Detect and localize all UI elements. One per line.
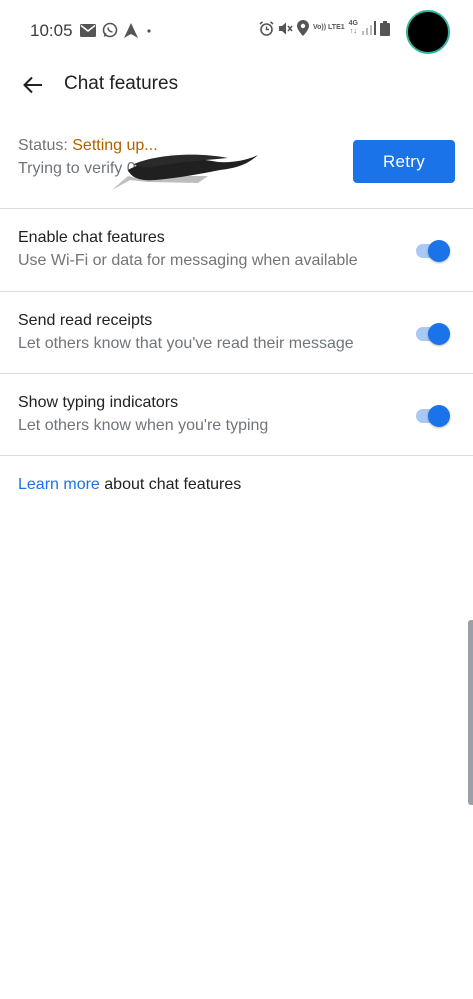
status-label: Status: xyxy=(18,137,73,154)
status-time: 10:05 xyxy=(30,21,73,40)
setting-subtitle: Let others know that you've read their m… xyxy=(18,335,354,352)
signal-icon xyxy=(361,21,376,35)
mute-icon xyxy=(279,22,293,34)
status-bar: 10:05 Vo)) LTE1 4G ↑↓ xyxy=(0,0,473,62)
learn-more-link[interactable]: Learn more xyxy=(18,476,100,493)
toggle-thumb xyxy=(428,240,450,262)
back-button[interactable] xyxy=(16,68,50,102)
volte-label: Vo)) LTE1 xyxy=(313,24,345,31)
4g-icon: 4G ↑↓ xyxy=(348,20,358,35)
page-title: Chat features xyxy=(64,73,179,94)
retry-button[interactable]: Retry xyxy=(353,140,455,183)
setting-row-enable-chat[interactable]: Enable chat features Use Wi-Fi or data f… xyxy=(0,209,473,291)
mail-icon xyxy=(80,23,96,37)
learn-more-text: Learn more about chat features xyxy=(18,476,241,494)
toggle-thumb xyxy=(428,323,450,345)
system-icons: Vo)) LTE1 4G ↑↓ xyxy=(259,20,390,36)
learn-more-rest: about chat features xyxy=(99,476,242,493)
setting-row-read-receipts[interactable]: Send read receipts Let others know that … xyxy=(0,292,473,374)
setting-subtitle: Let others know when you're typing xyxy=(18,417,269,434)
redaction-scribble xyxy=(112,154,258,190)
read-receipts-toggle[interactable] xyxy=(414,323,452,345)
toggle-thumb xyxy=(428,405,450,427)
battery-icon xyxy=(379,20,390,36)
avatar[interactable] xyxy=(406,10,450,54)
edge-panel-handle[interactable] xyxy=(468,620,473,805)
notification-icons xyxy=(80,22,154,38)
net-label: 4G xyxy=(348,20,358,27)
setting-title: Show typing indicators xyxy=(18,394,179,411)
whatsapp-icon xyxy=(102,22,118,38)
alarm-icon xyxy=(259,20,274,36)
navigation-icon xyxy=(124,22,138,38)
volte-icon: Vo)) LTE1 xyxy=(313,24,345,32)
back-arrow-icon xyxy=(23,76,42,94)
enable-chat-toggle[interactable] xyxy=(414,240,452,262)
setting-row-typing-indicators[interactable]: Show typing indicators Let others know w… xyxy=(0,374,473,456)
setting-subtitle: Use Wi-Fi or data for messaging when ava… xyxy=(18,252,358,269)
setting-title: Send read receipts xyxy=(18,312,153,329)
status-section: Status: Setting up... Trying to verify 0… xyxy=(0,128,473,208)
app-bar: Chat features xyxy=(0,62,473,108)
location-icon xyxy=(297,20,309,36)
divider xyxy=(0,455,473,456)
dot-icon xyxy=(147,29,151,33)
typing-indicators-toggle[interactable] xyxy=(414,405,452,427)
setting-title: Enable chat features xyxy=(18,229,165,246)
